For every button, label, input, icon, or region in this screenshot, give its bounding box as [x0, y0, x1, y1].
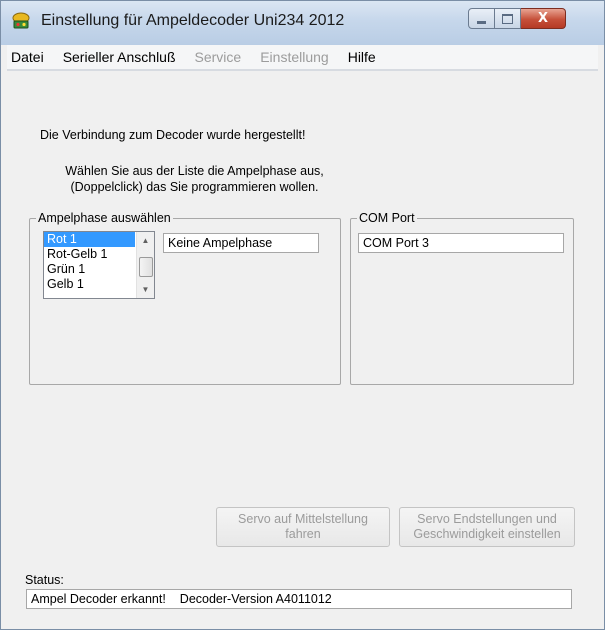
status-field: Ampel Decoder erkannt! Decoder-Version A4… [26, 589, 572, 609]
menu-bar: Datei Serieller Anschluß Service Einstel… [7, 45, 598, 71]
list-scrollbar[interactable]: ▲ ▼ [136, 232, 154, 298]
menu-hilfe[interactable]: Hilfe [338, 49, 385, 65]
menu-service[interactable]: Service [185, 49, 251, 65]
list-item[interactable]: Gelb 1 [44, 277, 135, 292]
status-text-detected: Ampel Decoder erkannt! [31, 592, 166, 606]
menu-einstellung[interactable]: Einstellung [250, 49, 338, 65]
title-bar[interactable]: Einstellung für Ampeldecoder Uni234 2012… [1, 1, 604, 45]
servo-endpoints-label-2: Geschwindigkeit einstellen [413, 527, 561, 541]
servo-endpoints-label-1: Servo Endstellungen und [417, 512, 557, 526]
connection-message: Die Verbindung zum Decoder wurde hergest… [40, 128, 306, 142]
minimize-button[interactable] [468, 8, 495, 29]
instruction-line-1: Wählen Sie aus der Liste die Ampelphase … [65, 164, 324, 178]
menu-serieller-anschluss[interactable]: Serieller Anschluß [53, 49, 185, 65]
maximize-icon [502, 13, 513, 24]
phase-listbox[interactable]: Rot 1 Rot-Gelb 1 Grün 1 Gelb 1 ▲ ▼ [43, 231, 155, 299]
instruction-text: Wählen Sie aus der Liste die Ampelphase … [37, 163, 352, 195]
menu-datei[interactable]: Datei [7, 49, 53, 65]
servo-center-button[interactable]: Servo auf Mittelstellung fahren [216, 507, 390, 547]
current-phase-field[interactable]: Keine Ampelphase [163, 233, 319, 253]
main-window: Einstellung für Ampeldecoder Uni234 2012… [0, 0, 605, 630]
status-label: Status: [25, 573, 64, 587]
com-port-legend: COM Port [359, 211, 415, 225]
scroll-up-icon[interactable]: ▲ [137, 232, 154, 249]
servo-center-label-2: fahren [285, 527, 321, 541]
list-item[interactable]: Grün 1 [44, 262, 135, 277]
close-icon: X [537, 11, 549, 26]
traffic-light-app-icon [12, 12, 30, 29]
status-text-version: Decoder-Version A4011012 [179, 592, 332, 606]
list-item[interactable]: Rot-Gelb 1 [44, 247, 135, 262]
servo-endpoints-button[interactable]: Servo Endstellungen und Geschwindigkeit … [399, 507, 575, 547]
com-port-field[interactable]: COM Port 3 [358, 233, 564, 253]
phase-group-legend: Ampelphase auswählen [38, 211, 171, 225]
instruction-line-2: (Doppelclick) das Sie programmieren woll… [70, 180, 319, 194]
close-button[interactable]: X [521, 8, 566, 29]
servo-center-label-1: Servo auf Mittelstellung [238, 512, 368, 526]
minimize-icon [477, 20, 486, 24]
scroll-down-icon[interactable]: ▼ [137, 281, 154, 298]
list-item[interactable]: Rot 1 [44, 232, 135, 247]
maximize-button[interactable] [495, 8, 521, 29]
client-area: Die Verbindung zum Decoder wurde hergest… [7, 71, 598, 623]
window-title: Einstellung für Ampeldecoder Uni234 2012 [41, 12, 345, 29]
scroll-thumb[interactable] [139, 257, 153, 277]
